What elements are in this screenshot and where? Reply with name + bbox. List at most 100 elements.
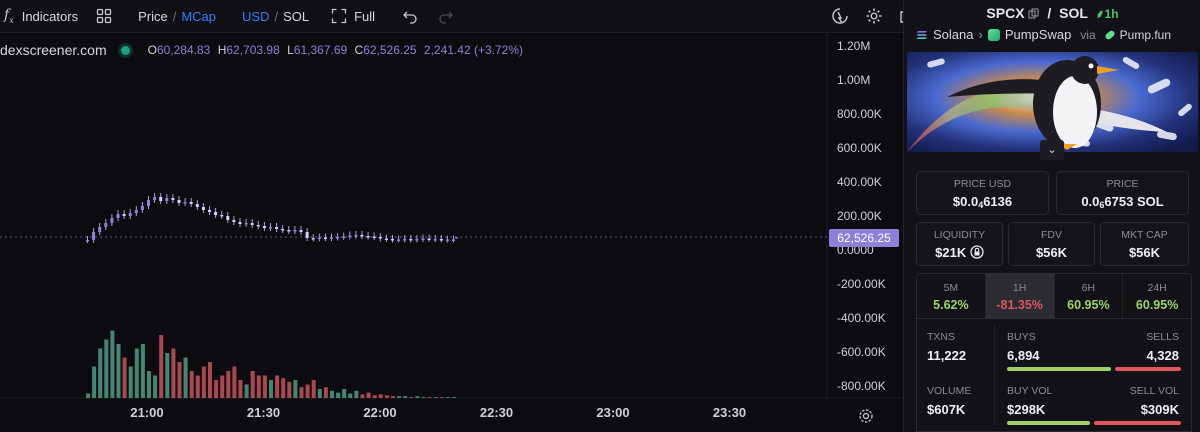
mcap-option[interactable]: MCap xyxy=(181,9,216,24)
pair-info-panel: SPCX / SOL ⸙1h Solana › PumpSwap via Pum… xyxy=(903,0,1200,432)
low-key: L xyxy=(287,43,294,57)
volume-bars xyxy=(86,330,456,398)
chart-canvas[interactable] xyxy=(0,34,903,432)
undo-button[interactable] xyxy=(402,0,418,33)
time-axis-tick: 22:00 xyxy=(363,405,397,420)
candle-body xyxy=(177,200,181,203)
volume-bar xyxy=(201,366,206,398)
volume-bar xyxy=(238,380,243,398)
volume-bar xyxy=(159,335,164,398)
candle-body xyxy=(391,239,394,241)
volume-bar xyxy=(433,397,438,398)
usd-option[interactable]: USD xyxy=(242,9,269,24)
fdv-value: $56K xyxy=(1035,245,1068,260)
pill-icon xyxy=(1103,28,1116,41)
volume-bar xyxy=(299,387,304,398)
volume-bar xyxy=(336,392,341,398)
price-axis-tick: -400.00K xyxy=(837,311,886,325)
volume-bar xyxy=(275,375,280,398)
time-axis-tick: 21:00 xyxy=(130,405,164,420)
candle-body xyxy=(244,223,248,225)
volume-bar xyxy=(293,380,298,398)
volume-bar xyxy=(281,378,286,398)
fdv-card: FDV $56K xyxy=(1008,222,1095,266)
close-value: 62,526.25 xyxy=(363,43,417,57)
volume-bar xyxy=(403,396,408,398)
price-sol-digits: 6753 SOL xyxy=(1104,194,1164,209)
pumpswap-icon xyxy=(987,28,1000,41)
price-candles xyxy=(86,193,459,243)
candle-body xyxy=(171,198,175,200)
candle-body xyxy=(195,204,199,207)
price-chart[interactable]: dexscreener.com O60,284.83 H62,703.98 L6… xyxy=(0,34,903,432)
indicators-button[interactable]: fx Indicators xyxy=(4,0,78,33)
volume-bar xyxy=(208,362,212,398)
timeframe-tab-24h[interactable]: 24H 60.95% xyxy=(1123,274,1191,318)
volume-bar xyxy=(287,381,292,398)
volume-bar xyxy=(323,387,328,398)
volume-bar xyxy=(342,389,347,398)
axis-settings-button[interactable] xyxy=(858,408,874,429)
liquidity-value: $21K xyxy=(917,245,1002,260)
copy-icon[interactable] xyxy=(1028,8,1039,19)
candle-body xyxy=(330,237,333,239)
redo-icon xyxy=(439,11,453,24)
volume-bar xyxy=(421,397,426,398)
layout-button[interactable] xyxy=(96,0,112,33)
launchpad-link[interactable]: Pump.fun xyxy=(1120,28,1171,42)
candle-body xyxy=(348,235,352,237)
price-mcap-toggle[interactable]: Price / MCap xyxy=(138,0,216,33)
price-usd-value: $0.046136 xyxy=(917,194,1048,210)
base-symbol: SPCX xyxy=(986,5,1025,21)
lock-icon[interactable] xyxy=(970,245,984,259)
grid-layout-icon xyxy=(96,8,112,24)
replay-icon xyxy=(832,8,848,24)
volume-bar xyxy=(439,397,444,398)
candle-body xyxy=(214,212,218,215)
price-sol-card: PRICE 0.066753 SOL xyxy=(1056,171,1189,215)
volume-bar xyxy=(232,366,237,398)
candle-body xyxy=(165,198,169,201)
volume-bar xyxy=(134,348,139,398)
txns-label: TXNS xyxy=(927,331,956,343)
volume-bar xyxy=(86,393,90,398)
candle-body xyxy=(159,197,163,201)
price-option[interactable]: Price xyxy=(138,9,168,24)
chart-legend: dexscreener.com O60,284.83 H62,703.98 L6… xyxy=(0,42,523,58)
candle-body xyxy=(311,238,315,240)
timeframe-label: 24H xyxy=(1147,282,1167,294)
candle-body xyxy=(208,210,211,212)
candle-body xyxy=(281,229,285,231)
expand-banner-button[interactable]: ⌄ xyxy=(1040,140,1064,160)
volume-bar xyxy=(226,371,231,398)
sell-volume-label: SELL VOL xyxy=(1129,385,1179,397)
candle-body xyxy=(354,235,358,237)
settings-button[interactable] xyxy=(865,0,883,33)
candle-body xyxy=(122,214,126,216)
replay-button[interactable] xyxy=(831,0,849,33)
candle-body xyxy=(317,237,321,239)
redo-button[interactable] xyxy=(438,0,454,33)
volume-bar xyxy=(147,371,151,398)
timeframe-tab-5m[interactable]: 5M 5.62% xyxy=(917,274,986,318)
candle-body xyxy=(238,222,242,224)
undo-icon xyxy=(403,11,417,24)
fullscreen-button[interactable]: Full xyxy=(331,0,375,33)
buy-volume-label: BUY VOL xyxy=(1007,385,1053,397)
volume-bar xyxy=(153,375,158,398)
price-axis-tick: 1.00M xyxy=(837,73,871,87)
dex-link[interactable]: PumpSwap xyxy=(1005,27,1071,42)
open-value: 60,284.83 xyxy=(156,43,211,57)
quote-symbol: SOL xyxy=(1059,5,1088,21)
timeframe-tab-1h[interactable]: 1H -81.35% xyxy=(985,274,1055,318)
candle-body xyxy=(201,207,205,210)
candle-body xyxy=(384,238,388,240)
volume-bar xyxy=(360,394,365,398)
currency-toggle[interactable]: USD / SOL xyxy=(242,0,309,33)
chain-link[interactable]: Solana xyxy=(933,27,973,42)
pair-age: 1h xyxy=(1104,7,1119,21)
gear-icon xyxy=(866,8,882,24)
price-axis-tick: -600.00K xyxy=(837,345,886,359)
timeframe-tab-6h[interactable]: 6H 60.95% xyxy=(1055,274,1124,318)
sol-option[interactable]: SOL xyxy=(283,9,309,24)
